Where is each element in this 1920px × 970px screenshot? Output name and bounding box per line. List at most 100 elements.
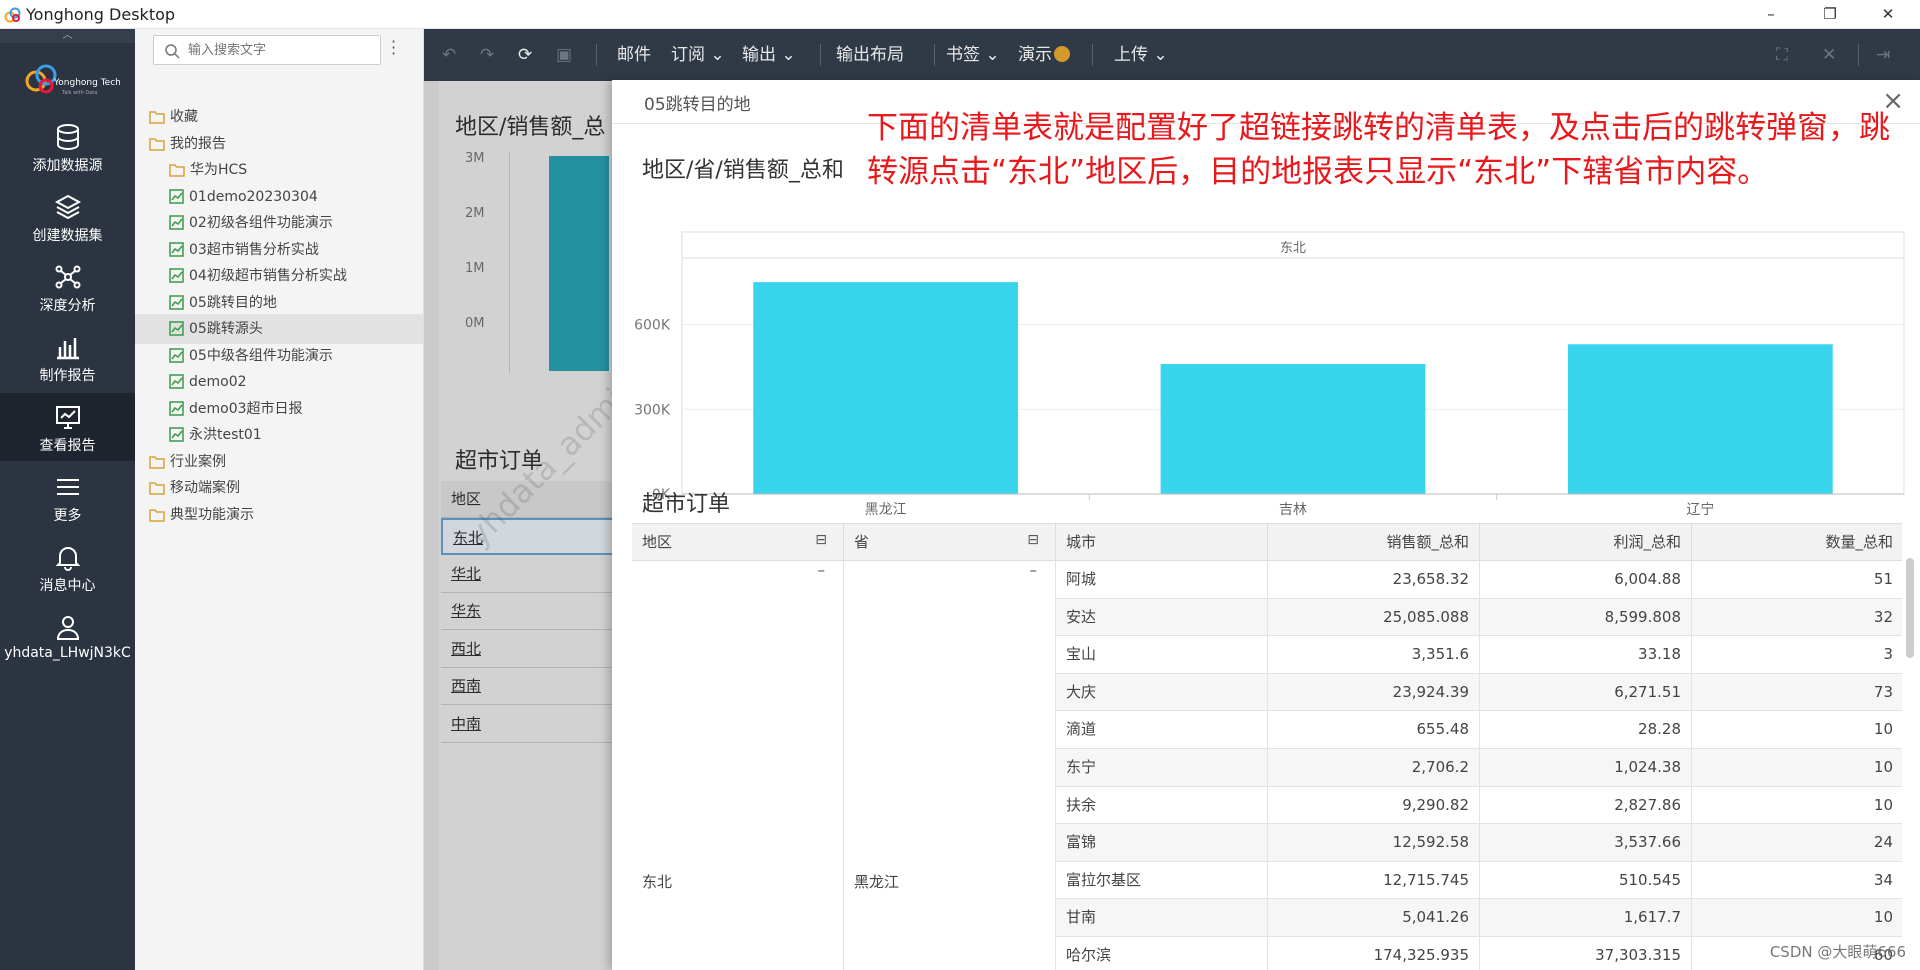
tree-folder[interactable]: 典型功能演示	[135, 500, 423, 530]
tree-report-item[interactable]: 01demo20230304	[135, 182, 423, 212]
x-tick-label: 黑龙江	[865, 502, 907, 518]
nav-user[interactable]: yhdata_LHwjN3kC	[0, 603, 135, 671]
column-header[interactable]: 省 ⊟	[844, 524, 1056, 561]
tree-report-item[interactable]: 03超市销售分析实战	[135, 235, 423, 265]
exit-icon[interactable]: ⇥	[1876, 29, 1890, 81]
chart-report-icon	[169, 241, 184, 257]
user-icon	[56, 616, 79, 640]
tree-item-label: 05跳转目的地	[189, 294, 277, 311]
group-collapse-icon[interactable]: –	[818, 561, 826, 579]
value-cell: 510.545	[1480, 861, 1692, 900]
chart-report-icon	[169, 188, 184, 204]
tree-report-item[interactable]: 05中级各组件功能演示	[135, 341, 423, 371]
city-cell: 扶余	[1056, 786, 1268, 825]
fullscreen-icon[interactable]: ⛶	[1776, 29, 1788, 81]
export-button[interactable]: 输出 ⌄	[742, 29, 796, 81]
yonghong-brand-logo: Yonghong Tech Talk with Data	[25, 64, 120, 96]
refresh-icon[interactable]: ⟳	[518, 29, 532, 81]
tree-report-item[interactable]: demo03超市日报	[135, 394, 423, 424]
undo-icon[interactable]: ↶	[442, 29, 456, 81]
nav-label: 深度分析	[39, 298, 96, 314]
tree-folder[interactable]: 华为HCS	[135, 155, 423, 185]
subscribe-label: 订阅	[671, 45, 705, 65]
chevron-down-icon: ⌄	[985, 45, 1000, 65]
present-button[interactable]: 演示	[1018, 29, 1070, 81]
x-tick-label: 辽宁	[1686, 501, 1714, 518]
output-layout-button[interactable]: 输出布局	[836, 29, 904, 81]
nav-label: yhdata_LHwjN3kC	[4, 645, 131, 661]
value-cell: 3	[1692, 636, 1902, 674]
upload-label: 上传	[1114, 45, 1148, 65]
group-collapse-icon[interactable]: –	[1030, 561, 1038, 579]
mail-button[interactable]: 邮件	[617, 29, 651, 81]
dialog-title: 05跳转目的地	[644, 95, 751, 115]
search-input[interactable]	[188, 41, 373, 59]
collapse-up-icon[interactable]: ︿	[0, 29, 135, 43]
bookmark-button[interactable]: 书签 ⌄	[946, 29, 1000, 81]
menu-icon	[56, 479, 79, 495]
nav-deep-analysis[interactable]: 深度分析	[0, 253, 135, 321]
group-label: 东北	[1280, 241, 1306, 256]
value-cell: 3,351.6	[1268, 636, 1480, 674]
value-cell: 23,924.39	[1268, 673, 1480, 712]
toolbar-separator	[1092, 44, 1093, 66]
value-cell: 10	[1692, 749, 1902, 787]
monitor-chart-icon	[55, 406, 80, 429]
nav-make-report[interactable]: 制作报告	[0, 323, 135, 391]
nav-message-center[interactable]: 消息中心	[0, 533, 135, 601]
chart-report-icon	[169, 400, 184, 416]
city-cell: 大庆	[1056, 673, 1268, 712]
tree-report-item[interactable]: demo02	[135, 367, 423, 397]
nav-add-datasource[interactable]: 添加数据源	[0, 113, 135, 181]
restore-button[interactable]: ❐	[1810, 2, 1850, 26]
value-cell: 2,827.86	[1480, 786, 1692, 825]
table-scrollbar[interactable]	[1906, 558, 1914, 658]
svg-text:Talk with Data: Talk with Data	[61, 90, 97, 96]
chevron-down-icon: ⌄	[710, 45, 725, 65]
tree-folder[interactable]: 收藏	[135, 102, 423, 132]
close-window-button[interactable]: ✕	[1868, 2, 1908, 26]
value-cell: 10	[1692, 787, 1902, 825]
upload-button[interactable]: 上传 ⌄	[1114, 29, 1168, 81]
tree-folder[interactable]: 我的报告	[135, 129, 423, 159]
collapse-group-icon[interactable]: ⊟	[815, 524, 827, 559]
nav-label: 查看报告	[39, 438, 96, 454]
close-report-icon[interactable]: ✕	[1822, 29, 1836, 81]
y-tick-label: 600K	[634, 318, 671, 334]
tree-folder[interactable]: 移动端案例	[135, 473, 423, 503]
nav-more[interactable]: 更多	[0, 463, 135, 531]
search-box[interactable]	[153, 35, 381, 65]
chart-report-icon	[169, 347, 184, 363]
tree-item-label: 移动端案例	[170, 480, 240, 496]
tree-report-item[interactable]: 04初级超市销售分析实战	[135, 261, 423, 291]
tree-item-label: 01demo20230304	[189, 188, 318, 205]
column-header[interactable]: 销售额_总和	[1268, 524, 1480, 561]
column-header[interactable]: 利润_总和	[1480, 524, 1692, 561]
tree-report-item[interactable]: 05跳转目的地	[135, 288, 423, 318]
save-icon[interactable]: ▣	[556, 29, 572, 81]
minimize-button[interactable]: –	[1751, 2, 1791, 26]
tree-folder[interactable]: 行业案例	[135, 447, 423, 477]
nav-label: 更多	[53, 508, 82, 524]
tree-report-item[interactable]: 05跳转源头	[135, 314, 423, 344]
nav-create-dataset[interactable]: 创建数据集	[0, 183, 135, 251]
column-header[interactable]: 数量_总和	[1692, 524, 1902, 561]
orders-table: 地区 ⊟ 省 ⊟ 城市 销售额_总和 利润_总和 数量_总和 东北 – 黑龙江 – 阿城 23,658.3…	[632, 523, 1902, 970]
more-options-icon[interactable]: · · ·	[391, 34, 396, 62]
tree-report-item[interactable]: 永洪test01	[135, 420, 423, 450]
nav-view-report[interactable]: 查看报告	[0, 393, 135, 461]
chart-report-icon	[169, 374, 184, 389]
column-header[interactable]: 城市	[1056, 524, 1268, 561]
database-icon	[56, 124, 79, 151]
value-cell: 28.28	[1480, 711, 1692, 749]
column-header[interactable]: 地区 ⊟	[632, 524, 844, 561]
value-cell: 12,715.745	[1268, 861, 1480, 900]
folder-icon	[149, 482, 165, 495]
value-cell: 23,658.32	[1268, 561, 1480, 599]
subscribe-button[interactable]: 订阅 ⌄	[671, 29, 725, 81]
nav-label: 创建数据集	[32, 228, 103, 244]
collapse-group-icon[interactable]: ⊟	[1027, 524, 1039, 559]
redo-icon[interactable]: ↷	[480, 29, 494, 81]
bar-辽宁	[1567, 344, 1833, 494]
tree-report-item[interactable]: 02初级各组件功能演示	[135, 208, 423, 238]
